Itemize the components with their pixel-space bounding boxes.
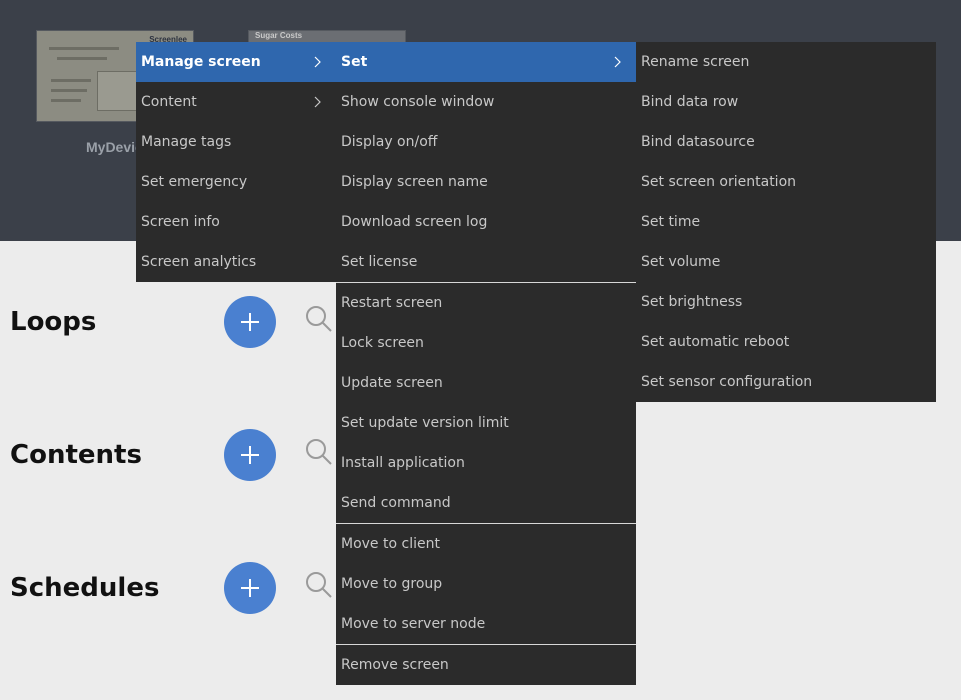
menu-item-label: Display screen name bbox=[341, 174, 488, 190]
add-loop-button[interactable] bbox=[224, 296, 276, 348]
menu-item-screen-analytics[interactable]: Screen analytics bbox=[136, 242, 336, 282]
menu-item-set-update-version-limit[interactable]: Set update version limit bbox=[336, 403, 636, 443]
menu-item-label: Rename screen bbox=[641, 54, 750, 70]
menu-item-set-emergency[interactable]: Set emergency bbox=[136, 162, 336, 202]
menu-item-set-automatic-reboot[interactable]: Set automatic reboot bbox=[636, 322, 936, 362]
search-icon[interactable] bbox=[304, 570, 334, 600]
menu-item-label: Install application bbox=[341, 455, 465, 471]
menu-item-label: Display on/off bbox=[341, 134, 438, 150]
menu-item-label: Set automatic reboot bbox=[641, 334, 790, 350]
search-icon[interactable] bbox=[304, 304, 334, 334]
menu-item-label: Screen analytics bbox=[141, 254, 257, 270]
thumbnail-line bbox=[51, 99, 81, 102]
chevron-right-icon bbox=[614, 56, 621, 68]
menu-item-label: Set emergency bbox=[141, 174, 248, 190]
menu-item-bind-data-row[interactable]: Bind data row bbox=[636, 82, 936, 122]
menu-item-set-volume[interactable]: Set volume bbox=[636, 242, 936, 282]
search-icon[interactable] bbox=[304, 437, 334, 467]
add-content-button[interactable] bbox=[224, 429, 276, 481]
menu-item-label: Show console window bbox=[341, 94, 495, 110]
menu-item-label: Content bbox=[141, 94, 197, 110]
menu-item-show-console-window[interactable]: Show console window bbox=[336, 82, 636, 122]
thumbnail-line bbox=[51, 89, 87, 92]
section-title: Loops bbox=[10, 307, 97, 337]
menu-item-restart-screen[interactable]: Restart screen bbox=[336, 283, 636, 323]
menu-item-label: Set screen orientation bbox=[641, 174, 797, 190]
menu-item-label: Set license bbox=[341, 254, 418, 270]
menu-item-label: Download screen log bbox=[341, 214, 488, 230]
menu-item-remove-screen[interactable]: Remove screen bbox=[336, 645, 636, 685]
menu-item-screen-info[interactable]: Screen info bbox=[136, 202, 336, 242]
menu-item-send-command[interactable]: Send command bbox=[336, 483, 636, 523]
thumbnail-line bbox=[49, 47, 119, 50]
menu-item-label: Set volume bbox=[641, 254, 721, 270]
menu-item-display-on-off[interactable]: Display on/off bbox=[336, 122, 636, 162]
menu-item-label: Remove screen bbox=[341, 657, 449, 673]
menu-item-set-license[interactable]: Set license bbox=[336, 242, 636, 282]
menu-item-update-screen[interactable]: Update screen bbox=[336, 363, 636, 403]
menu-item-label: Manage tags bbox=[141, 134, 232, 150]
menu-item-bind-datasource[interactable]: Bind datasource bbox=[636, 122, 936, 162]
menu-item-set-time[interactable]: Set time bbox=[636, 202, 936, 242]
menu-item-label: Set brightness bbox=[641, 294, 743, 310]
menu-item-label: Restart screen bbox=[341, 295, 443, 311]
menu-item-set-screen-orientation[interactable]: Set screen orientation bbox=[636, 162, 936, 202]
menu-item-move-to-group[interactable]: Move to group bbox=[336, 564, 636, 604]
menu-item-manage-screen[interactable]: Manage screen bbox=[136, 42, 336, 82]
section-title: Contents bbox=[10, 440, 142, 470]
menu-item-label: Set update version limit bbox=[341, 415, 509, 431]
menu-item-lock-screen[interactable]: Lock screen bbox=[336, 323, 636, 363]
thumbnail-line bbox=[51, 79, 91, 82]
menu-item-content[interactable]: Content bbox=[136, 82, 336, 122]
section-title: Schedules bbox=[10, 573, 160, 603]
chevron-right-icon bbox=[314, 96, 321, 108]
menu-item-display-screen-name[interactable]: Display screen name bbox=[336, 162, 636, 202]
thumbnail-title: Sugar Costs bbox=[255, 31, 303, 40]
chevron-right-icon bbox=[314, 56, 321, 68]
set-submenu: Rename screen Bind data row Bind datasou… bbox=[636, 42, 936, 402]
menu-item-label: Move to group bbox=[341, 576, 443, 592]
menu-item-download-screen-log[interactable]: Download screen log bbox=[336, 202, 636, 242]
menu-item-label: Lock screen bbox=[341, 335, 424, 351]
menu-item-label: Screen info bbox=[141, 214, 220, 230]
menu-item-label: Bind datasource bbox=[641, 134, 755, 150]
add-schedule-button[interactable] bbox=[224, 562, 276, 614]
menu-item-move-to-client[interactable]: Move to client bbox=[336, 524, 636, 564]
menu-item-label: Move to client bbox=[341, 536, 440, 552]
menu-item-label: Bind data row bbox=[641, 94, 739, 110]
menu-item-set-sensor-configuration[interactable]: Set sensor configuration bbox=[636, 362, 936, 402]
menu-item-label: Send command bbox=[341, 495, 451, 511]
thumbnail-line bbox=[57, 57, 107, 60]
menu-item-move-to-server-node[interactable]: Move to server node bbox=[336, 604, 636, 644]
menu-item-label: Set time bbox=[641, 214, 701, 230]
menu-item-label: Update screen bbox=[341, 375, 443, 391]
menu-item-manage-tags[interactable]: Manage tags bbox=[136, 122, 336, 162]
menu-item-set-brightness[interactable]: Set brightness bbox=[636, 282, 936, 322]
menu-item-label: Move to server node bbox=[341, 616, 486, 632]
context-menu: Manage screen Content Manage tags Set em… bbox=[136, 42, 336, 282]
manage-screen-submenu: Set Show console window Display on/off D… bbox=[336, 42, 636, 685]
menu-item-label: Set bbox=[341, 54, 368, 70]
menu-item-rename-screen[interactable]: Rename screen bbox=[636, 42, 936, 82]
menu-item-label: Manage screen bbox=[141, 54, 261, 70]
menu-item-install-application[interactable]: Install application bbox=[336, 443, 636, 483]
menu-item-label: Set sensor configuration bbox=[641, 374, 813, 390]
device-name[interactable]: MyDevic bbox=[86, 139, 143, 155]
menu-item-set[interactable]: Set bbox=[336, 42, 636, 82]
